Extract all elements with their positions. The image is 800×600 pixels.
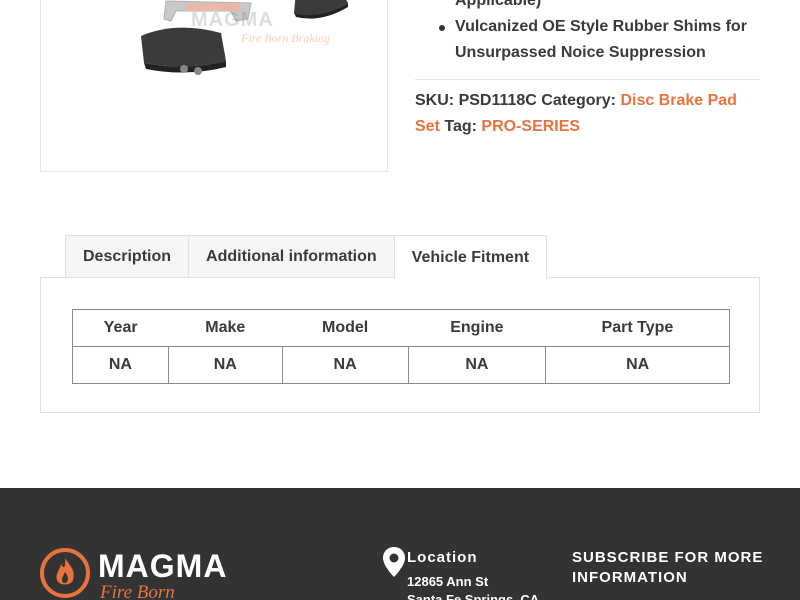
product-features: Applicable) Vulcanized OE Style Rubber S… [415, 0, 775, 66]
feature-item: Vulcanized OE Style Rubber Shims for Uns… [415, 14, 775, 66]
tag-link[interactable]: PRO-SERIES [481, 118, 580, 135]
feature-text: Vulcanized OE Style Rubber Shims for Uns… [455, 18, 747, 61]
site-footer: MAGMA Fire Born Braking Location 12865 A… [0, 488, 800, 600]
sku-value: PSD1118C [458, 92, 537, 109]
tab-vehicle-fitment[interactable]: Vehicle Fitment [393, 235, 548, 279]
subscribe-heading: SUBSCRIBE FOR MORE INFORMATION [572, 549, 764, 586]
footer-logo[interactable]: MAGMA Fire Born Braking [40, 548, 240, 600]
product-image-frame[interactable]: MAGMA Fire Born Braking [40, 0, 388, 172]
cell-make: NA [167, 346, 283, 384]
vehicle-fitment-panel: Year Make Model Engine Part Type NA NA N… [40, 277, 760, 413]
cell-part-type: NA [545, 346, 730, 384]
product-meta: SKU: PSD1118C Category: Disc Brake Pad S… [415, 88, 760, 140]
cell-model: NA [281, 346, 409, 384]
address-line-2: Santa Fe Springs, CA [407, 592, 540, 600]
image-watermark: MAGMA [191, 9, 274, 31]
category-label: Category: [541, 92, 616, 109]
product-tabs: Description Additional information Vehic… [65, 235, 548, 279]
divider [415, 79, 760, 80]
tab-additional-information[interactable]: Additional information [188, 235, 395, 278]
bullet-icon [439, 25, 445, 31]
flame-logo-icon [40, 548, 90, 598]
image-watermark-tagline: Fire Born Braking [241, 31, 330, 45]
cell-engine: NA [407, 346, 547, 384]
column-header-model: Model [282, 309, 408, 347]
location-heading: Location [407, 549, 478, 566]
logo-wordmark: MAGMA [98, 548, 228, 584]
column-header-year: Year [72, 309, 169, 347]
table-header-row: Year Make Model Engine Part Type [72, 309, 730, 347]
table-row: NA NA NA NA NA [72, 346, 730, 384]
logo-tagline: Fire Born Braking [100, 582, 175, 600]
column-header-engine: Engine [408, 309, 546, 347]
tag-label: Tag: [444, 118, 477, 135]
cell-year: NA [72, 346, 169, 384]
fitment-table: Year Make Model Engine Part Type NA NA N… [72, 309, 730, 384]
column-header-make: Make [168, 309, 283, 347]
feature-text: Applicable) [455, 0, 542, 9]
tab-description[interactable]: Description [65, 235, 190, 278]
sku-label: SKU: [415, 92, 455, 109]
feature-item: Applicable) [415, 0, 775, 14]
column-header-part-type: Part Type [545, 309, 730, 347]
location-pin-icon [383, 547, 405, 577]
address-line-1: 12865 Ann St [407, 574, 489, 589]
